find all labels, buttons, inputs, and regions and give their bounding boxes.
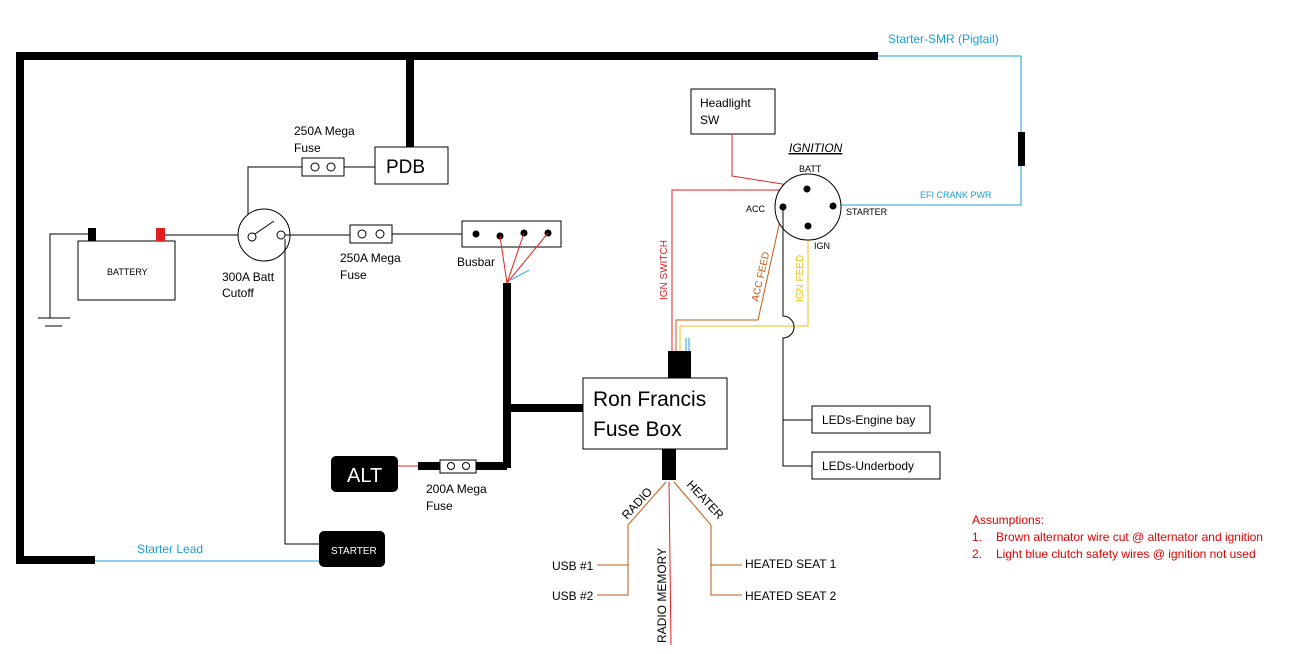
assumption-text: Brown alternator wire cut @ alternator a… (996, 530, 1263, 544)
starter-wire (284, 239, 319, 545)
headlight-label-2: SW (700, 113, 720, 127)
fusebox-top-connector (668, 351, 691, 378)
fuse-200a (439, 459, 477, 474)
fuse-terminal (462, 462, 470, 470)
ign-label: IGN (814, 241, 830, 251)
pdb-label: PDB (386, 157, 425, 178)
usb1-label: USB #1 (552, 559, 594, 573)
busbar-stud (472, 230, 480, 238)
assumption-text: Light blue clutch safety wires @ ignitio… (996, 547, 1256, 561)
batt-terminal (803, 185, 811, 193)
fuse-250a-top (301, 157, 345, 177)
efi-crank-label: EFI CRANK PWR (920, 190, 992, 200)
assumption-num: 2. (972, 547, 982, 561)
headlight-label: Headlight (700, 96, 751, 110)
busbar-label: Busbar (457, 255, 495, 269)
heater-label: HEATER (684, 477, 727, 522)
radio-label: RADIO (619, 485, 655, 522)
fuse-250a-mid (349, 224, 393, 244)
fuse-top-label: 250A Mega (294, 124, 355, 138)
assumption-num: 1. (972, 530, 982, 544)
fuse-alt-label-2: Fuse (426, 499, 453, 513)
fusebox-label: Ron Francis (593, 388, 706, 411)
fuse-alt-label: 200A Mega (426, 482, 487, 496)
batt-label: BATT (799, 164, 822, 174)
battery-positive-terminal (156, 228, 165, 241)
starter-smr-wire (838, 55, 1022, 206)
ign-terminal (804, 222, 812, 230)
blue-clutch-wires (685, 338, 690, 351)
ignition-title: IGNITION (789, 141, 843, 155)
fuse-mid-label-2: Fuse (340, 268, 367, 282)
fuse-terminal (310, 162, 320, 172)
starter-terminal-label: STARTER (846, 207, 888, 217)
cutoff-label: 300A Batt (222, 270, 275, 284)
ign-switch-label: IGN SWITCH (659, 240, 670, 300)
ign-feed-wire (679, 226, 809, 351)
ign-feed-label: IGN FEED (795, 255, 806, 302)
starter-label: STARTER (331, 546, 377, 557)
fuse-top-label-2: Fuse (294, 141, 321, 155)
acc-feed-label: ACC FEED (750, 251, 772, 303)
leds-underbody-label: LEDs-Underbody (822, 459, 914, 473)
radio-memory-wire (668, 481, 672, 646)
cutoff-label-2: Cutoff (222, 286, 254, 300)
radio-memory-label: RADIO MEMORY (655, 548, 669, 643)
cutoff-contact (276, 230, 286, 240)
alt-label: ALT (347, 465, 382, 487)
fuse-terminal (357, 229, 367, 239)
fuse-terminal (326, 162, 336, 172)
cutoff-contact (247, 232, 257, 242)
wiring-diagram: Starter-SMR (Pigtail) EFI CRANK PWR PDB … (16, 32, 1263, 646)
starter-terminal (829, 202, 837, 210)
fusebox-label-2: Fuse Box (593, 418, 682, 441)
starter-smr-label: Starter-SMR (Pigtail) (888, 32, 999, 46)
seat2-label: HEATED SEAT 2 (745, 589, 837, 603)
fuse-mid-label: 250A Mega (340, 251, 401, 265)
battery-label: BATTERY (107, 267, 148, 277)
acc-label: ACC (746, 204, 766, 214)
starter-lead-label: Starter Lead (137, 542, 203, 556)
fusebox-bottom-connector (662, 449, 676, 480)
battery-negative-terminal (88, 228, 96, 241)
fuse-terminal (375, 229, 385, 239)
acc-feed-wire (675, 206, 784, 351)
fusebox-feed-cable (418, 283, 583, 470)
seat1-label: HEATED SEAT 1 (745, 557, 837, 571)
usb2-label: USB #2 (552, 589, 594, 603)
smr-connector (1018, 132, 1025, 166)
assumptions-note: Assumptions: 1. Brown alternator wire cu… (972, 513, 1263, 561)
fuse-terminal (447, 462, 455, 470)
leds-engine-label: LEDs-Engine bay (822, 413, 915, 427)
assumptions-title: Assumptions: (972, 513, 1044, 527)
